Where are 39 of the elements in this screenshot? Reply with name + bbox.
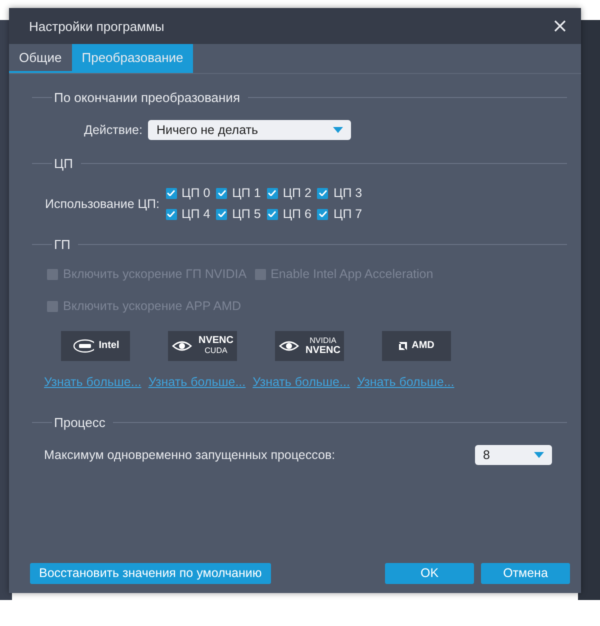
field-label: Действие: [84, 123, 142, 137]
dropdown-arrow-icon [333, 127, 344, 133]
checkmark-icon [268, 190, 276, 196]
close-icon [553, 19, 567, 33]
checkbox[interactable]: ЦП 3 [317, 186, 362, 200]
checkbox[interactable]: ЦП 7 [317, 207, 362, 221]
window-title: Настройки программы [29, 18, 166, 34]
vendor-logo-button[interactable]: Intel [61, 331, 130, 361]
field-label: Максимум одновременно запущенных процессов: [44, 448, 336, 462]
section-title: ЦП [53, 156, 74, 170]
checkmark-icon [218, 190, 226, 196]
dropdown[interactable]: 8 [475, 445, 552, 465]
amd-logo-icon [398, 342, 407, 350]
ok-button[interactable]: OK [385, 562, 474, 584]
dropdown-arrow-icon [534, 452, 544, 458]
vendor-logo-button[interactable]: AMD [382, 331, 451, 361]
section-title: Процесс [53, 414, 106, 430]
checkmark-icon [167, 190, 175, 196]
cancel-button[interactable]: Отмена [481, 562, 570, 584]
field-label: Использование ЦП: [45, 196, 160, 210]
checkbox[interactable]: ЦП 2 [266, 186, 312, 200]
vendor-logo-button[interactable]: NVIDIA NVENC [275, 331, 344, 361]
checkmark-icon [167, 211, 175, 217]
checkmark-icon [318, 211, 327, 217]
checkbox[interactable]: ЦП 5 [216, 207, 261, 221]
checkbox[interactable]: ЦП 4 [166, 207, 210, 221]
checkbox[interactable]: ЦП 6 [266, 207, 312, 221]
restore-defaults-button[interactable]: Восстановить значения по умолчанию [30, 562, 271, 584]
checkbox[interactable]: ЦП 0 [166, 186, 210, 200]
section-title: ГП [53, 236, 72, 252]
vendor-logo-button[interactable]: NVENC CUDA [168, 331, 237, 361]
dropdown[interactable]: Ничего не делать [148, 120, 352, 140]
checkmark-icon [268, 211, 276, 217]
section-title: По окончании преобразования [53, 90, 241, 104]
intel-logo-icon [72, 338, 94, 354]
checkbox[interactable]: ЦП 1 [216, 186, 261, 200]
checkmark-icon [318, 190, 327, 196]
checkmark-icon [218, 211, 226, 217]
close-button[interactable] [553, 19, 567, 33]
